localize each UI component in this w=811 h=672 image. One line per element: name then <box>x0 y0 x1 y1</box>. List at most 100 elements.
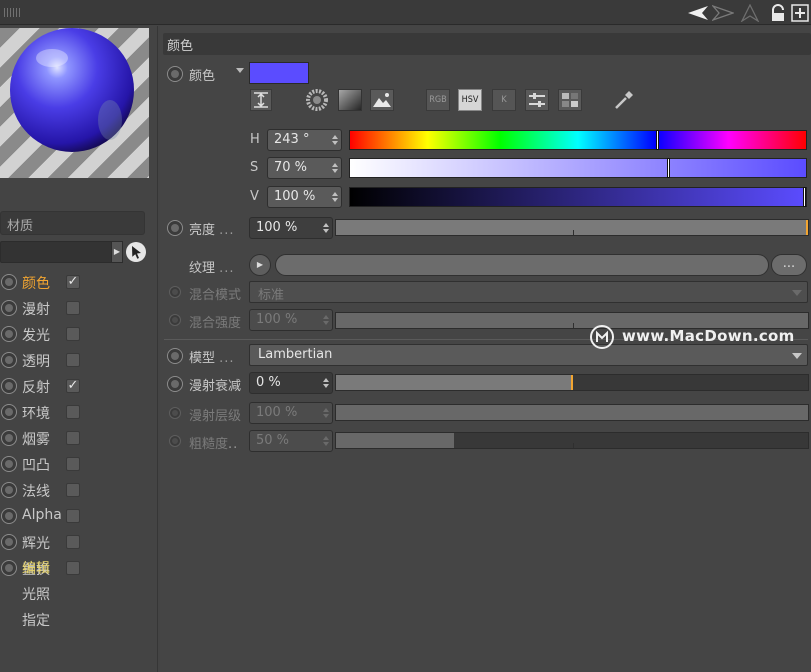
swatch-grid-icon[interactable] <box>558 89 582 111</box>
h-stepper-icon[interactable] <box>332 133 338 147</box>
material-preview[interactable] <box>0 28 149 178</box>
grip-icon[interactable] <box>4 8 20 17</box>
channel-label[interactable]: 辉光 <box>22 533 50 553</box>
gradient-square-icon[interactable] <box>338 89 362 111</box>
channel-item[interactable]: 反射 ✓ <box>0 374 150 398</box>
channel-label[interactable]: 法线 <box>22 481 50 501</box>
value-slider[interactable] <box>349 187 807 207</box>
v-stepper-icon[interactable] <box>332 190 338 204</box>
rgb-mode-button[interactable]: RGB <box>426 89 450 111</box>
channel-animate-radio[interactable] <box>1 534 17 550</box>
lock-icon[interactable] <box>769 4 787 22</box>
channel-label[interactable]: 颜色 <box>22 273 50 293</box>
sub-item[interactable]: 光照 <box>22 584 50 604</box>
material-dropdown[interactable] <box>0 241 113 263</box>
blend-mode-animate-radio[interactable] <box>169 286 181 298</box>
diffuse-level-value-field[interactable]: 100 % <box>249 402 333 424</box>
channel-animate-radio[interactable] <box>1 560 17 576</box>
channel-label[interactable]: 反射 <box>22 377 50 397</box>
channel-animate-radio[interactable] <box>1 482 17 498</box>
texture-play-button[interactable]: ▶ <box>249 254 271 276</box>
channel-item[interactable]: 透明 <box>0 348 150 372</box>
pick-cursor-button[interactable] <box>126 242 146 262</box>
brightness-animate-radio[interactable] <box>167 220 183 236</box>
color-wheel-icon[interactable] <box>306 89 328 111</box>
channel-enable-checkbox[interactable]: ✓ <box>66 275 80 289</box>
channel-item[interactable]: 发光 <box>0 322 150 346</box>
channel-enable-checkbox[interactable] <box>66 405 80 419</box>
channel-animate-radio[interactable] <box>1 352 17 368</box>
new-window-icon[interactable] <box>791 4 809 22</box>
channel-enable-checkbox[interactable] <box>66 327 80 341</box>
color-options-caret-icon[interactable] <box>236 68 244 73</box>
dropdown-arrow-button[interactable]: ▶ <box>111 241 123 263</box>
channel-item[interactable]: 烟雾 <box>0 426 150 450</box>
channel-item[interactable]: 漫射 <box>0 296 150 320</box>
blend-strength-stepper-icon[interactable] <box>323 313 329 327</box>
channel-animate-radio[interactable] <box>1 274 17 290</box>
channel-enable-checkbox[interactable] <box>66 353 80 367</box>
material-name-field[interactable]: 材质 <box>0 211 145 235</box>
channel-enable-checkbox[interactable] <box>66 431 80 445</box>
channel-animate-radio[interactable] <box>1 404 17 420</box>
saturation-slider[interactable] <box>349 158 807 178</box>
channel-enable-checkbox[interactable] <box>66 535 80 549</box>
blend-strength-animate-radio[interactable] <box>169 314 181 326</box>
hsv-mode-button[interactable]: HSV <box>458 89 482 111</box>
roughness-animate-radio[interactable] <box>169 435 181 447</box>
channel-label[interactable]: Alpha <box>22 507 62 523</box>
channel-animate-radio[interactable] <box>1 378 17 394</box>
diffuse-level-animate-radio[interactable] <box>169 407 181 419</box>
channel-label[interactable]: 发光 <box>22 325 50 345</box>
channel-animate-radio[interactable] <box>1 300 17 316</box>
channel-animate-radio[interactable] <box>1 326 17 342</box>
channel-item[interactable]: 辉光 <box>0 530 150 554</box>
hue-slider[interactable] <box>349 130 807 150</box>
diffuse-falloff-value-field[interactable]: 0 % <box>249 372 333 394</box>
channel-enable-checkbox[interactable] <box>66 561 80 575</box>
image-picker-icon[interactable] <box>370 89 394 111</box>
brightness-slider[interactable] <box>335 219 809 236</box>
channel-label[interactable]: 漫射 <box>22 299 50 319</box>
value-marker[interactable] <box>803 187 806 207</box>
mixer-sliders-icon[interactable] <box>525 89 549 111</box>
channel-label[interactable]: 透明 <box>22 351 50 371</box>
channel-label[interactable]: 环境 <box>22 403 50 423</box>
forward-arrow-icon[interactable] <box>712 4 734 22</box>
roughness-stepper-icon[interactable] <box>323 434 329 448</box>
diffuse-level-stepper-icon[interactable] <box>323 406 329 420</box>
diffuse-falloff-stepper-icon[interactable] <box>323 376 329 390</box>
channel-enable-checkbox[interactable] <box>66 301 80 315</box>
kelvin-mode-button[interactable]: K <box>492 89 516 111</box>
channel-item[interactable]: 凹凸 <box>0 452 150 476</box>
sub-item[interactable]: 指定 <box>22 610 50 630</box>
v-value-field[interactable]: 100 % <box>267 186 342 208</box>
roughness-slider[interactable] <box>335 432 809 449</box>
channel-item[interactable]: 颜色 ✓ <box>0 270 150 294</box>
channel-enable-checkbox[interactable] <box>66 509 80 523</box>
brightness-value-field[interactable]: 100 % <box>249 217 333 239</box>
color-animate-radio[interactable] <box>167 66 183 82</box>
sub-item[interactable]: 编辑 <box>22 558 50 578</box>
diffuse-falloff-animate-radio[interactable] <box>167 376 183 392</box>
diffuse-level-slider[interactable] <box>335 404 809 421</box>
texture-slot[interactable] <box>275 254 769 276</box>
s-value-field[interactable]: 70 % <box>267 157 342 179</box>
channel-animate-radio[interactable] <box>1 456 17 472</box>
saturation-marker[interactable] <box>667 158 671 178</box>
channel-label[interactable]: 凹凸 <box>22 455 50 475</box>
channel-animate-radio[interactable] <box>1 508 17 524</box>
channel-enable-checkbox[interactable] <box>66 483 80 497</box>
diffuse-falloff-slider[interactable] <box>335 374 809 391</box>
brightness-stepper-icon[interactable] <box>323 221 329 235</box>
channel-item[interactable]: 环境 <box>0 400 150 424</box>
channel-item[interactable]: Alpha <box>0 504 150 528</box>
h-value-field[interactable]: 243 ° <box>267 129 342 151</box>
blend-mode-select[interactable]: 标准 <box>249 281 808 303</box>
channel-item[interactable]: 法线 <box>0 478 150 502</box>
blend-strength-value-field[interactable]: 100 % <box>249 309 333 331</box>
spectrum-mode-icon[interactable] <box>250 89 272 111</box>
model-select[interactable]: Lambertian <box>249 344 808 366</box>
model-animate-radio[interactable] <box>167 348 183 364</box>
roughness-value-field[interactable]: 50 % <box>249 430 333 452</box>
